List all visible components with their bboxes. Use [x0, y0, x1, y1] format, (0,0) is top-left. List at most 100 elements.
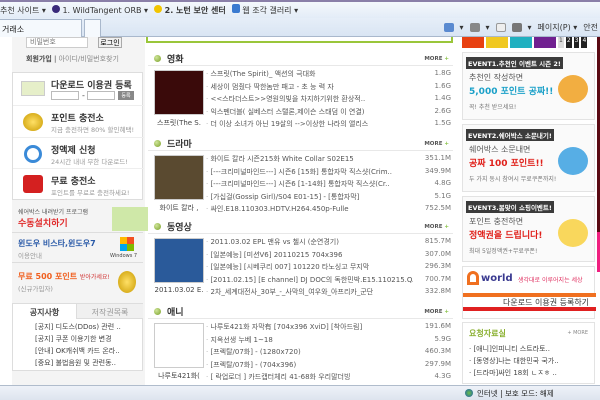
list-item[interactable]: [ 락업로더 ] 카드캡터체리 41-68화 우리말더빙4.3G	[206, 372, 451, 385]
free-charge-icon	[23, 175, 43, 193]
event-banner-2[interactable]: EVENT2.쉐어박스 소문내기! 쉐어박스 소문내면 공짜 100 포인트!!…	[462, 124, 595, 192]
section-2: 동영상 MORE + 2011.03.02 E. 2011.03.02 EPL 맨…	[148, 220, 453, 300]
rotator-thumb[interactable]	[510, 37, 532, 48]
thumbnail-caption[interactable]: 2011.03.02 E.	[148, 286, 210, 294]
coupon-code-2[interactable]	[87, 91, 115, 100]
bullet-icon	[154, 140, 161, 147]
list-item[interactable]: 2차_세계대전사_30부_-_사막의_여우와_아프리카_군단332.8M	[206, 287, 451, 300]
section-thumbnail[interactable]	[154, 155, 204, 200]
section-title: 영화	[167, 55, 184, 65]
windows7-banner[interactable]: 윈도우 비스타,윈도우7 이용안내 Windows 7	[12, 235, 143, 263]
list-item[interactable]: 싸인.E18.110303.HDTV.H264.450p-Fulle752.5M	[206, 204, 451, 217]
list-item[interactable]: 지옥선생 누베 1~185.9G	[206, 335, 451, 348]
scrollbar[interactable]	[592, 37, 600, 385]
thumbnail-caption[interactable]: 나루토421화(	[148, 371, 210, 381]
coupon-submit-button[interactable]: 등록	[118, 91, 134, 100]
login-button[interactable]: 로그인	[98, 37, 122, 48]
bullet-icon	[154, 55, 161, 62]
notice-item[interactable]: [중요] 불법음원 및 관련동..	[23, 358, 121, 370]
norton-icon	[154, 4, 163, 13]
ie-icon	[231, 4, 240, 13]
section-thumbnail[interactable]	[154, 323, 204, 368]
notice-item[interactable]: [안내] OK캐쉬백 카드 온라..	[23, 346, 121, 358]
thumbnail-caption[interactable]: 스프릿(The S.	[148, 118, 210, 128]
section-thumbnail[interactable]	[154, 70, 204, 115]
rotator-page-4[interactable]: 4	[581, 37, 588, 48]
feeds-icon[interactable]	[469, 23, 480, 32]
list-item[interactable]: 2011.03.02 EPL 맨유 vs 첼시 (순연경기)815.7M	[206, 237, 451, 250]
list-item[interactable]: 더 이상 소녀가 아닌 19살의 -->이상한 나라의 앨리스1.5G	[206, 119, 451, 132]
more-link[interactable]: MORE +	[424, 56, 449, 62]
more-link[interactable]: MORE +	[424, 141, 449, 147]
fav-norton[interactable]: 2. 노턴 보안 센터	[154, 4, 226, 16]
notice-item[interactable]: [공지] 디도스(DDos) 관련 ..	[23, 322, 121, 334]
list-item[interactable]: [2011.02.15] [E channel] DJ DOC의 독한민박.E1…	[206, 275, 451, 288]
tab-active[interactable]: 거래소	[0, 19, 82, 37]
section-1: 드라마 MORE + 화이트 칼라 , 화이트 칼라 시즌215화 White C…	[148, 137, 453, 217]
fav-recommended-sites[interactable]: 추천 사이트 ▾	[0, 5, 46, 16]
flat-rate-apply[interactable]: 정액제 신청 24시간 내내 무한 다운로드!	[13, 138, 144, 169]
request-item[interactable]: · [애니]인피니티 스트라토..	[469, 343, 559, 355]
coupon-register[interactable]: 다운로드 이용권 등록 - 등록	[13, 73, 144, 106]
notice-item[interactable]: [공지] 쿠폰 이용기한 변경	[23, 334, 121, 346]
rotator-thumb[interactable]	[462, 37, 484, 48]
more-link[interactable]: MORE +	[424, 224, 449, 230]
command-bar: ▾ ▾ ▾ 페이지(P) ▾ 안전	[443, 20, 600, 35]
list-item[interactable]: [일본예능] [미션V6] 20110215 704x396307.0M	[206, 250, 451, 263]
list-item[interactable]: [---크리미널마인드---] 시즌6 [15화] 통합자막 직스샷(Crim.…	[206, 167, 451, 180]
security-zone[interactable]: 인터넷 | 보호 모드: 해제	[477, 388, 554, 399]
left-column: 로그인 회원가입 | 아이디/비밀번호찾기 다운로드 이용권 등록 - 등록 포…	[12, 37, 148, 385]
safety-menu[interactable]: 안전	[583, 22, 598, 33]
coupon-code-1[interactable]	[51, 91, 79, 100]
point-charge[interactable]: 포인트 충전소 지금 충전하면 80% 할인혜택!	[13, 106, 144, 138]
rotator-page-2[interactable]: 2	[565, 37, 572, 48]
list-item[interactable]: 익스펜더블( 실베스터 스탤론,제이슨 스태덤 이 연결)2.6G	[206, 107, 451, 120]
list-item[interactable]: 나루토421화 자막有 [704x396 XviD] [착아드림]191.6M	[206, 322, 451, 335]
new-tab-button[interactable]	[84, 19, 101, 37]
password-input[interactable]	[26, 37, 88, 48]
manual-install-banner[interactable]: 쉐어박스 내려받기 프로그램 수동설치하기	[12, 205, 148, 233]
list-item[interactable]: [일본예능] [시베쿠리 007] 101220 타노싱고 무지막296.3M	[206, 262, 451, 275]
bullet-icon	[154, 223, 161, 230]
section-thumbnail[interactable]	[154, 238, 204, 283]
print-icon[interactable]	[511, 23, 522, 32]
section-title: 동영상	[167, 223, 192, 233]
rotator-thumb[interactable]	[534, 37, 556, 48]
list-item[interactable]: [프렉탈/07화] - (704x396)297.9M	[206, 360, 451, 373]
list-item[interactable]: 화이트 칼라 시즌215화 White Collar S02E15351.1M	[206, 154, 451, 167]
flower-icon	[558, 219, 588, 247]
mail-icon[interactable]	[495, 23, 506, 32]
rotator-page-1[interactable]: 1	[558, 37, 564, 48]
find-account-link[interactable]: 아이디/비밀번호찾기	[59, 55, 119, 63]
rotator-thumb[interactable]	[486, 37, 508, 48]
event-banner-1[interactable]: EVENT1.추천인 이벤트 시즌 2! 추천인 작성하면 5,000 포인트 …	[462, 52, 595, 120]
list-item[interactable]: 스프릿(The Spirit)_ 액션의 극대화1.8G	[206, 69, 451, 82]
program-screenshot	[112, 207, 148, 231]
list-item[interactable]: [가십걸(Gossip Girl)/S04 E01-15] - [통합자막]5.…	[206, 192, 451, 205]
tworld-banner[interactable]: world 생각대로 이루어지는 세상 다운로드 이용권 등록하기	[462, 266, 596, 319]
page-menu[interactable]: 페이지(P) ▾	[538, 22, 578, 33]
tab-notice[interactable]: 공지사항	[13, 304, 76, 319]
rotator-page-3[interactable]: 3	[573, 37, 580, 48]
coupon-icon	[21, 81, 45, 96]
thumbnail-caption[interactable]: 화이트 칼라 ,	[148, 203, 210, 213]
free-points-banner[interactable]: 무료 500 포인트 받아가세요! (신규가입자)	[12, 265, 143, 301]
list-item[interactable]: [프렉탈/07화] - (1280x720)460.3M	[206, 347, 451, 360]
request-item[interactable]: · [드라마]싸인 18회 ㄴㅈㅎ ..	[469, 367, 559, 379]
fav-web-slice[interactable]: 웹 조각 갤러리 ▾	[231, 4, 298, 16]
signup-link[interactable]: 회원가입	[26, 55, 52, 63]
request-item[interactable]: · [동영상]나는 대한민국 국가..	[469, 355, 559, 367]
free-charge[interactable]: 무료 충전소 포인트를 무료로 충전하세요!	[13, 169, 144, 200]
tab-copyright-list[interactable]: 저작권목록	[76, 304, 143, 319]
home-icon[interactable]	[443, 23, 454, 32]
fav-wildtangent[interactable]: 1. WildTangent ORB ▾	[51, 5, 148, 15]
list-item[interactable]: 세상이 멈췄다 딱한놈만 패고 - 초 능 력 자1.6G	[206, 82, 451, 95]
list-item[interactable]: <<스타더스트>>영원의빛을 차지하기위한 환상적..1.4G	[206, 94, 451, 107]
service-menu: 다운로드 이용권 등록 - 등록 포인트 충전소 지금 충전하면 80% 할인혜…	[12, 72, 144, 200]
coins-icon	[118, 271, 136, 293]
more-link[interactable]: MORE +	[424, 309, 449, 315]
event-banner-3[interactable]: EVENT3.봄맞이 쇼핑이벤트! 포인트 충전하면 정액권을 드립니다! 최대…	[462, 196, 595, 262]
money-bag-icon	[558, 75, 588, 103]
list-item[interactable]: [---크리미널마인드---] 시즌6 [1-14화] 통합자막 직스샷(Cr.…	[206, 179, 451, 192]
requests-more-link[interactable]: + MORE	[567, 330, 588, 336]
